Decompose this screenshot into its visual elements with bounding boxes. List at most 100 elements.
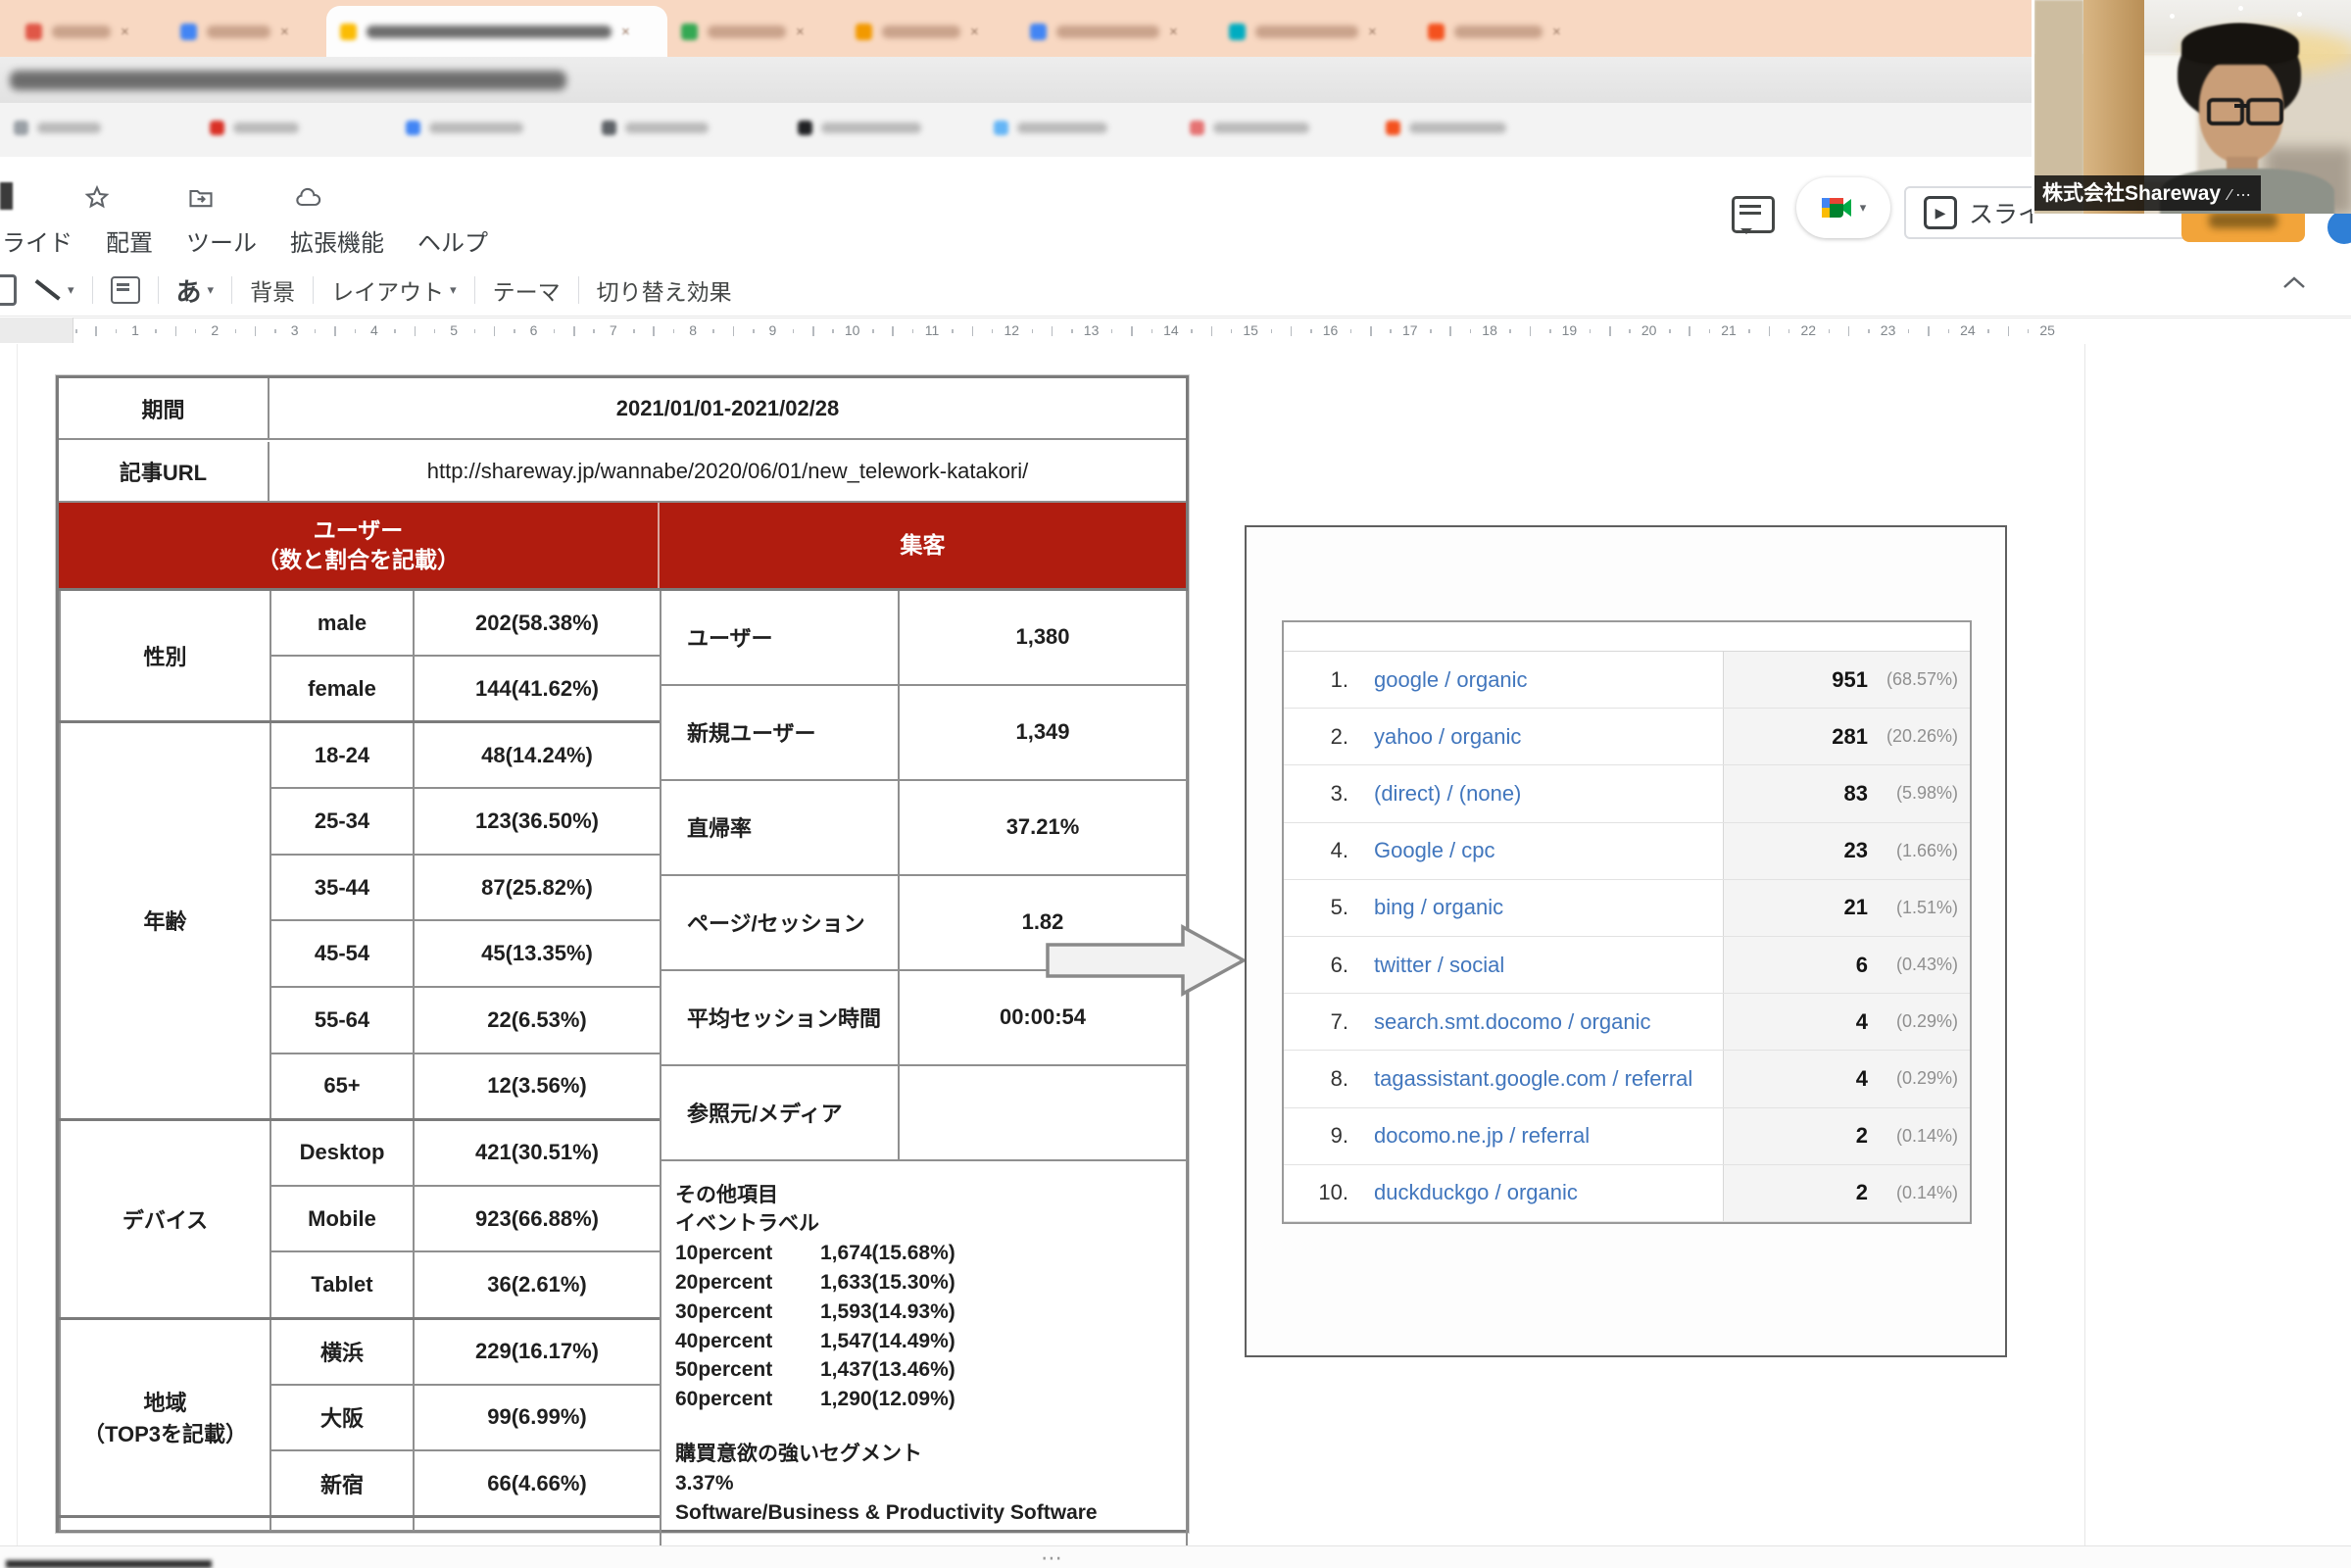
- bookmark-item[interactable]: [994, 121, 1107, 135]
- ruler-tick: [1609, 326, 1611, 336]
- row-value-cell: 21(1.51%): [1723, 880, 1970, 936]
- cloud-status-icon[interactable]: [294, 184, 323, 212]
- tab-close-icon[interactable]: ×: [280, 24, 289, 40]
- browser-tab[interactable]: ×: [1016, 6, 1215, 57]
- address-bar-url-blurred: [10, 71, 566, 90]
- browser-tab[interactable]: ×: [326, 6, 667, 57]
- table-row: 直帰率37.21%: [661, 780, 1187, 875]
- browser-tab[interactable]: ×: [667, 6, 842, 57]
- tab-favicon-icon: [856, 24, 872, 40]
- bookmark-item[interactable]: [798, 121, 921, 135]
- tab-close-icon[interactable]: ×: [1368, 24, 1377, 40]
- theme-button[interactable]: テーマ: [493, 273, 561, 307]
- menu-ツール[interactable]: ツール: [186, 223, 257, 253]
- meet-button[interactable]: ▾: [1796, 177, 1890, 238]
- browser-tab[interactable]: ×: [167, 6, 326, 57]
- collapse-toolbar-chevron-icon[interactable]: [2279, 274, 2309, 292]
- text-tool-button[interactable]: あ▾: [176, 272, 215, 309]
- row-value-cell: 2(0.14%): [1723, 1108, 1970, 1164]
- table-row-empty: [60, 1517, 661, 1531]
- screen: ×××××××× ライド配置ツール拡張機能ヘルプ ▾ あ▾ 背景 レイアウト▾ …: [0, 0, 2351, 1568]
- ruler-tick: [1709, 329, 1711, 333]
- menu-ライド[interactable]: ライド: [2, 223, 73, 253]
- table-cell: 48(14.24%): [414, 722, 661, 789]
- layout-button[interactable]: レイアウト▾: [331, 273, 457, 307]
- tab-close-icon[interactable]: ×: [970, 24, 979, 40]
- star-icon[interactable]: [82, 184, 112, 212]
- bookmark-title-blurred: [429, 122, 523, 133]
- tab-close-icon[interactable]: ×: [1169, 24, 1178, 40]
- ruler: 1234567891011121314151617181920212223242…: [0, 318, 2351, 345]
- browser-tab[interactable]: ×: [1414, 6, 1598, 57]
- ruler-number: 15: [1243, 322, 1258, 338]
- line-tool-button[interactable]: ▾: [34, 276, 74, 304]
- table-cell: 421(30.51%): [414, 1119, 661, 1186]
- shape-tool-icon-fragment[interactable]: [0, 274, 17, 306]
- metric-label: 直帰率: [661, 780, 899, 875]
- bookmark-item[interactable]: [406, 121, 523, 135]
- source-medium-link[interactable]: (direct) / (none): [1348, 781, 1723, 807]
- list-header-cut: [1284, 622, 1970, 652]
- background-button[interactable]: 背景: [250, 273, 295, 307]
- tab-close-icon[interactable]: ×: [121, 24, 129, 40]
- table-row: 地域（TOP3を記載）横浜229(16.17%): [60, 1318, 661, 1385]
- ruler-number: 11: [925, 322, 940, 338]
- source-medium-link[interactable]: Google / cpc: [1348, 838, 1723, 863]
- browser-tab[interactable]: ×: [12, 6, 167, 57]
- row-rank: 4.: [1284, 838, 1348, 863]
- bookmark-item[interactable]: [602, 121, 709, 135]
- ruler-tick: [355, 329, 357, 333]
- ruler-tick: [235, 329, 237, 333]
- source-medium-link[interactable]: docomo.ne.jp / referral: [1348, 1123, 1723, 1149]
- acquisition-table: ユーザー1,380新規ユーザー1,349直帰率37.21%ページ/セッション1.…: [660, 588, 1186, 1568]
- bookmark-item[interactable]: [1190, 121, 1309, 135]
- in-market-segment-title: 購買意欲の強いセグメント: [675, 1440, 1178, 1469]
- ruler-tick: [274, 329, 276, 333]
- table-cell: 12(3.56%): [414, 1054, 661, 1120]
- in-market-segment-pct: 3.37%: [675, 1469, 1178, 1498]
- transition-button[interactable]: 切り替え効果: [597, 273, 732, 307]
- browser-tab[interactable]: ×: [1215, 6, 1414, 57]
- bookmark-item[interactable]: [14, 121, 101, 135]
- comment-tool-button[interactable]: [111, 276, 140, 304]
- source-medium-link[interactable]: tagassistant.google.com / referral: [1348, 1066, 1723, 1092]
- menu-配置[interactable]: 配置: [106, 223, 153, 253]
- bookmark-item[interactable]: [210, 121, 299, 135]
- notes-divider-strip: [0, 1545, 2351, 1568]
- sessions-percent: (68.57%): [1868, 669, 1958, 690]
- move-folder-icon[interactable]: [186, 184, 216, 212]
- company-name: 株式会社Shareway: [2042, 177, 2221, 207]
- period-value: 2021/01/01-2021/02/28: [269, 378, 1186, 440]
- source-medium-link[interactable]: twitter / social: [1348, 953, 1723, 978]
- table-header-row: ユーザー（数と割合を記載） 集客: [59, 503, 1186, 588]
- ruler-tick: [1071, 329, 1073, 333]
- doc-title-fragment: [0, 182, 13, 210]
- group-label: 地域（TOP3を記載）: [60, 1318, 270, 1517]
- tab-favicon-icon: [1428, 24, 1445, 40]
- menu-拡張機能[interactable]: 拡張機能: [290, 223, 384, 253]
- bookmark-item[interactable]: [1386, 121, 1506, 135]
- source-medium-row: 6.twitter / social6(0.43%): [1284, 937, 1970, 994]
- ruler-number: 8: [689, 322, 697, 338]
- event-row: 20percent1,633(15.30%): [675, 1268, 1178, 1298]
- ruler-tick: [1948, 329, 1950, 333]
- browser-tab[interactable]: ×: [842, 6, 1016, 57]
- open-comments-icon[interactable]: [1732, 196, 1775, 233]
- line-icon: [34, 276, 62, 304]
- tab-close-icon[interactable]: ×: [621, 24, 630, 40]
- source-medium-link[interactable]: bing / organic: [1348, 895, 1723, 920]
- tab-title-blurred: [882, 25, 960, 38]
- sessions-percent: (1.51%): [1868, 898, 1958, 918]
- source-medium-link[interactable]: yahoo / organic: [1348, 724, 1723, 750]
- source-medium-link[interactable]: duckduckgo / organic: [1348, 1180, 1723, 1205]
- source-medium-link[interactable]: google / organic: [1348, 667, 1723, 693]
- chevron-down-icon: ▾: [1860, 200, 1867, 216]
- notes-resize-handle[interactable]: ⋯: [1041, 1545, 1064, 1568]
- period-label: 期間: [59, 378, 269, 440]
- source-medium-link[interactable]: search.smt.docomo / organic: [1348, 1009, 1723, 1035]
- tab-close-icon[interactable]: ×: [1552, 24, 1561, 40]
- tab-close-icon[interactable]: ×: [796, 24, 805, 40]
- sessions-percent: (5.98%): [1868, 783, 1958, 804]
- ruler-tick: [593, 329, 595, 333]
- menu-ヘルプ[interactable]: ヘルプ: [417, 223, 488, 253]
